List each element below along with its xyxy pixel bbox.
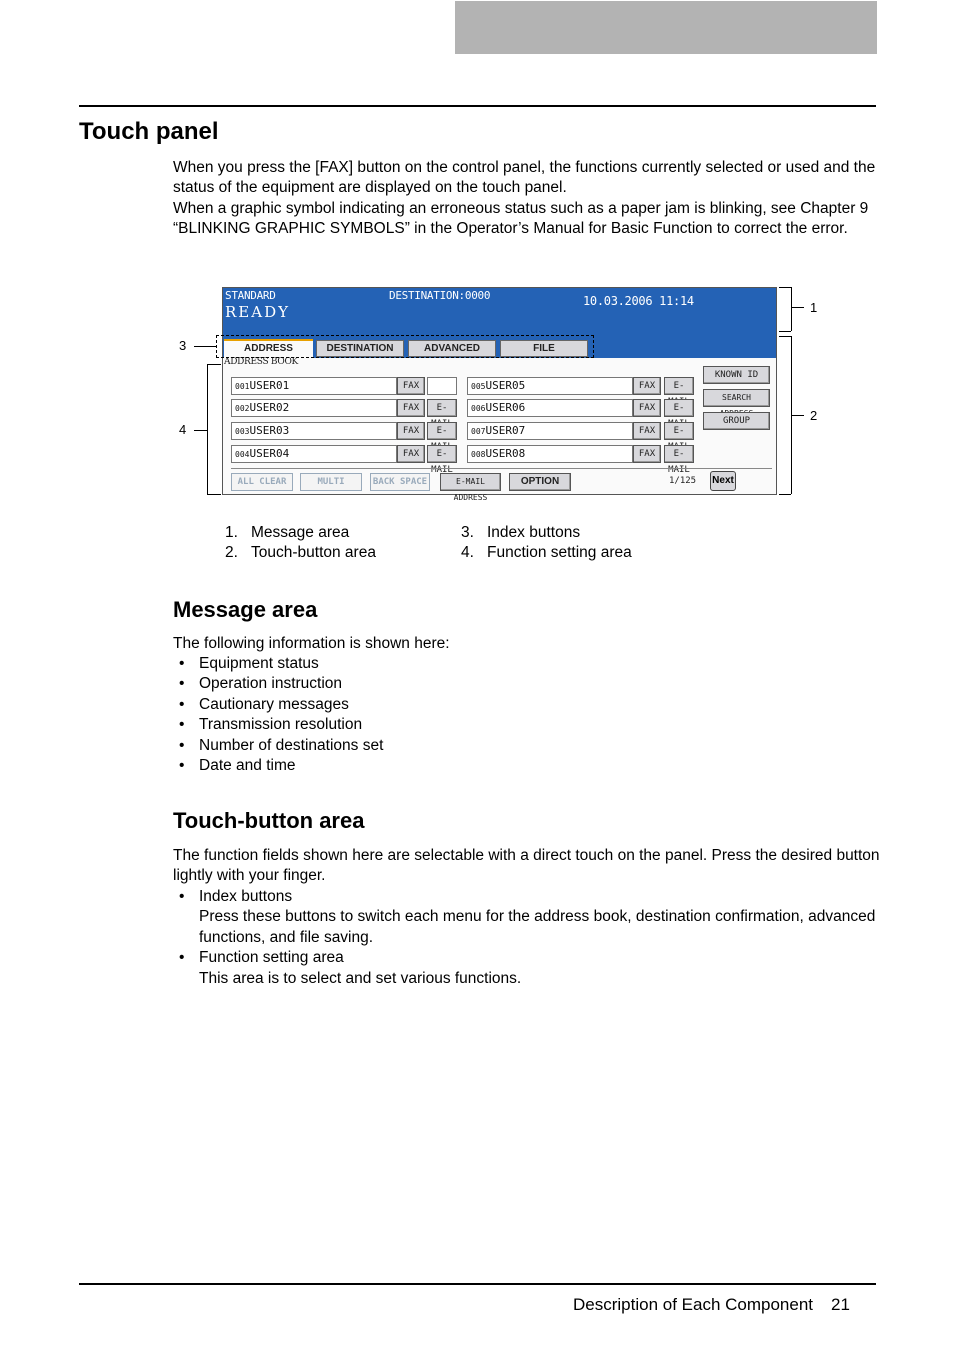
page-indicator: 1/125: [669, 476, 697, 486]
fax-button[interactable]: FAX: [397, 399, 425, 417]
header-bar: [455, 1, 877, 54]
date-time: 10.03.2006 11:14: [583, 294, 694, 308]
touch-button-area-intro: The function fields shown here are selec…: [173, 847, 880, 885]
index-buttons-outline: [216, 335, 594, 358]
callout-leader: [194, 346, 216, 347]
address-entry[interactable]: 004USER04: [231, 445, 397, 463]
legend-item: 4. Function setting area: [461, 544, 632, 561]
section-title: Touch panel: [79, 118, 219, 145]
message-area-list: Equipment status Operation instruction C…: [173, 654, 383, 777]
fax-button[interactable]: FAX: [633, 377, 661, 395]
address-entry[interactable]: 007USER07: [467, 422, 633, 440]
callout-bracket: [207, 494, 221, 495]
fax-button[interactable]: FAX: [633, 422, 661, 440]
touch-button-area-heading: Touch-button area: [173, 808, 365, 833]
address-book-label: ADDRESS BOOK: [224, 357, 298, 367]
email-button[interactable]: E-MAIL: [427, 399, 457, 429]
known-id-button[interactable]: KNOWN ID: [703, 366, 770, 384]
touch-panel-illustration: STANDARD READY DESTINATION:0000 10.03.20…: [222, 287, 777, 502]
address-entry[interactable]: 003USER03: [231, 422, 397, 440]
status-text: READY: [225, 303, 291, 321]
callout-2: 2: [810, 408, 818, 423]
callout-bracket: [779, 336, 791, 337]
touch-button-area-list: Index buttons Press these buttons to swi…: [173, 887, 878, 989]
callout-bracket: [207, 364, 221, 365]
callout-bracket: [779, 494, 791, 495]
message-area-heading: Message area: [173, 597, 318, 622]
address-entry[interactable]: 006USER06: [467, 399, 633, 417]
option-button[interactable]: OPTION: [509, 473, 571, 491]
fax-button[interactable]: FAX: [633, 399, 661, 417]
legend-item: 1. Message area: [225, 524, 350, 541]
callout-leader: [792, 307, 804, 308]
footer: Description of Each Component 21: [573, 1295, 850, 1315]
callout-1: 1: [810, 300, 818, 315]
address-entry[interactable]: 005USER05: [467, 377, 633, 395]
fax-button[interactable]: FAX: [397, 445, 425, 463]
intro-paragraph: When a graphic symbol indicating an erro…: [173, 199, 869, 238]
list-item: Date and time: [173, 756, 383, 777]
list-item: Equipment status: [173, 654, 383, 675]
top-rule: [79, 105, 876, 107]
list-item: Transmission resolution: [173, 715, 383, 736]
destination-count: DESTINATION:0000: [389, 289, 491, 302]
callout-bracket: [207, 364, 208, 494]
callout-bracket: [779, 287, 791, 288]
callout-3: 3: [179, 338, 187, 353]
fax-button[interactable]: FAX: [397, 422, 425, 440]
mode-text: STANDARD: [225, 289, 276, 302]
multi-button[interactable]: MULTI: [300, 473, 362, 491]
page-number: 21: [831, 1295, 850, 1314]
all-clear-button[interactable]: ALL CLEAR: [231, 473, 293, 491]
list-item: Index buttons Press these buttons to swi…: [173, 887, 878, 948]
address-entry[interactable]: 001USER01: [231, 377, 397, 395]
email-button[interactable]: E-MAIL: [427, 422, 457, 452]
callout-leader: [792, 415, 804, 416]
list-item: Function setting area This area is to se…: [173, 948, 878, 989]
email-button[interactable]: E-MAIL: [664, 422, 694, 452]
email-button[interactable]: E-MAIL: [664, 399, 694, 429]
search-address-button[interactable]: SEARCH ADDRESS: [703, 389, 770, 418]
next-button[interactable]: Next: [710, 471, 736, 491]
email-slot-empty: [427, 377, 457, 395]
fax-button[interactable]: FAX: [397, 377, 425, 395]
callout-bracket: [791, 287, 792, 331]
callout-leader: [194, 430, 207, 431]
list-item: Operation instruction: [173, 674, 383, 695]
message-area-intro: The following information is shown here:: [173, 635, 450, 652]
divider: [231, 468, 772, 469]
list-item: Number of destinations set: [173, 736, 383, 757]
intro-text: When you press the [FAX] button on the c…: [173, 158, 878, 240]
intro-paragraph: When you press the [FAX] button on the c…: [173, 159, 876, 197]
legend-item: 3. Index buttons: [461, 524, 581, 541]
callout-4: 4: [179, 422, 187, 437]
email-address-button[interactable]: E-MAIL ADDRESS: [440, 473, 501, 502]
group-button[interactable]: GROUP: [703, 412, 770, 430]
legend-item: 2. Touch-button area: [225, 544, 376, 561]
fax-button[interactable]: FAX: [633, 445, 661, 463]
footer-section: Description of Each Component: [573, 1295, 814, 1314]
bottom-rule: [79, 1283, 876, 1285]
back-space-button[interactable]: BACK SPACE: [370, 473, 430, 491]
email-button[interactable]: E-MAIL: [664, 377, 694, 407]
email-button[interactable]: E-MAIL: [664, 445, 694, 475]
email-button[interactable]: E-MAIL: [427, 445, 457, 475]
list-item: Cautionary messages: [173, 695, 383, 716]
callout-bracket: [779, 331, 791, 332]
address-entry[interactable]: 008USER08: [467, 445, 633, 463]
address-entry[interactable]: 002USER02: [231, 399, 397, 417]
